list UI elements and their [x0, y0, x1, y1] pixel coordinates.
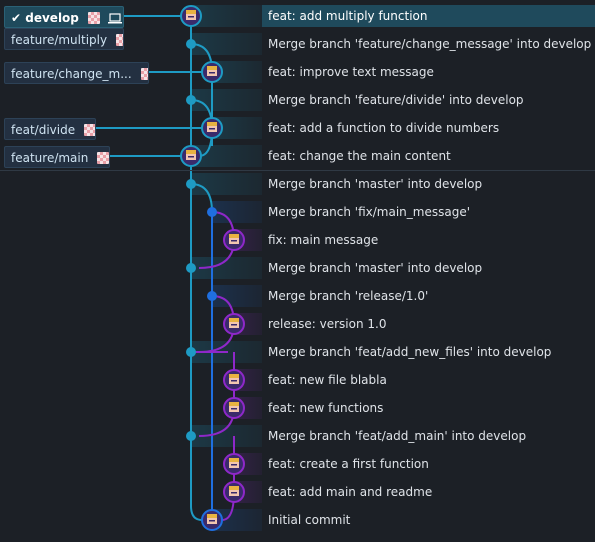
commit-graph: feat: add multiply function Merge branch … [0, 0, 595, 542]
merge-dot[interactable] [186, 39, 196, 49]
author-avatar-icon[interactable] [201, 61, 223, 83]
divider [0, 170, 595, 171]
author-avatar-icon[interactable] [180, 5, 202, 27]
merge-dot[interactable] [207, 291, 217, 301]
merge-dot[interactable] [186, 347, 196, 357]
remote-avatar-icon [97, 152, 109, 164]
remote-avatar-icon [140, 68, 148, 80]
author-avatar-icon[interactable] [223, 397, 245, 419]
remote-avatar-icon [83, 124, 95, 136]
author-avatar-icon[interactable] [223, 369, 245, 391]
branch-chip-develop[interactable]: ✔ develop [4, 6, 124, 28]
author-avatar-icon[interactable] [201, 509, 223, 531]
branch-label: feature/change_m... [11, 67, 132, 81]
laptop-icon [108, 13, 123, 24]
branch-chip-feature-multiply[interactable]: feature/multiply [4, 28, 124, 50]
branch-chip-feat-divide[interactable]: feat/divide [4, 118, 96, 140]
author-avatar-icon[interactable] [223, 313, 245, 335]
branch-label: feature/multiply [11, 33, 108, 47]
author-avatar-icon[interactable] [223, 481, 245, 503]
merge-dot[interactable] [186, 95, 196, 105]
merge-dot[interactable] [207, 207, 217, 217]
branch-label: develop [25, 11, 79, 25]
author-avatar-icon[interactable] [223, 453, 245, 475]
checkmark-icon: ✔ [11, 11, 22, 25]
merge-dot[interactable] [186, 431, 196, 441]
remote-avatar-icon [115, 34, 123, 46]
merge-curve [190, 183, 213, 213]
author-avatar-icon[interactable] [223, 229, 245, 251]
branch-chip-feature-change-message[interactable]: feature/change_m... [4, 62, 149, 84]
author-avatar-icon[interactable] [201, 117, 223, 139]
develop-lane-end [190, 505, 203, 521]
branch-label: feature/main [11, 151, 89, 165]
branch-label: feat/divide [11, 123, 76, 137]
merge-dot[interactable] [186, 179, 196, 189]
branch-chip-feature-main[interactable]: feature/main [4, 146, 110, 168]
merge-dot[interactable] [186, 263, 196, 273]
remote-avatar-icon [88, 12, 101, 24]
author-avatar-icon[interactable] [180, 145, 202, 167]
